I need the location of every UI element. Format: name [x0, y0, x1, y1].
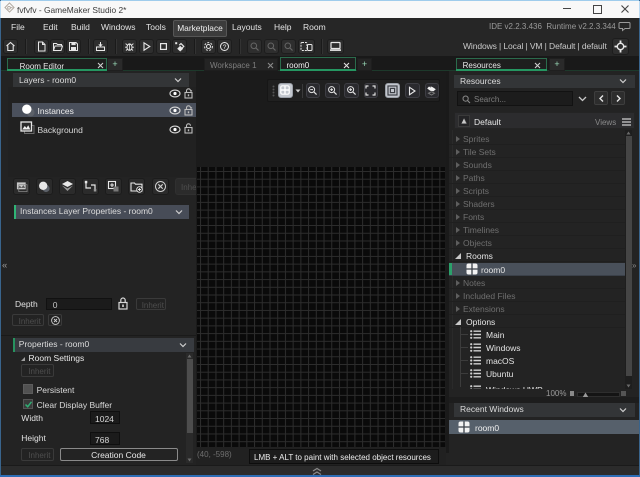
- svg-text:?: ?: [223, 44, 227, 51]
